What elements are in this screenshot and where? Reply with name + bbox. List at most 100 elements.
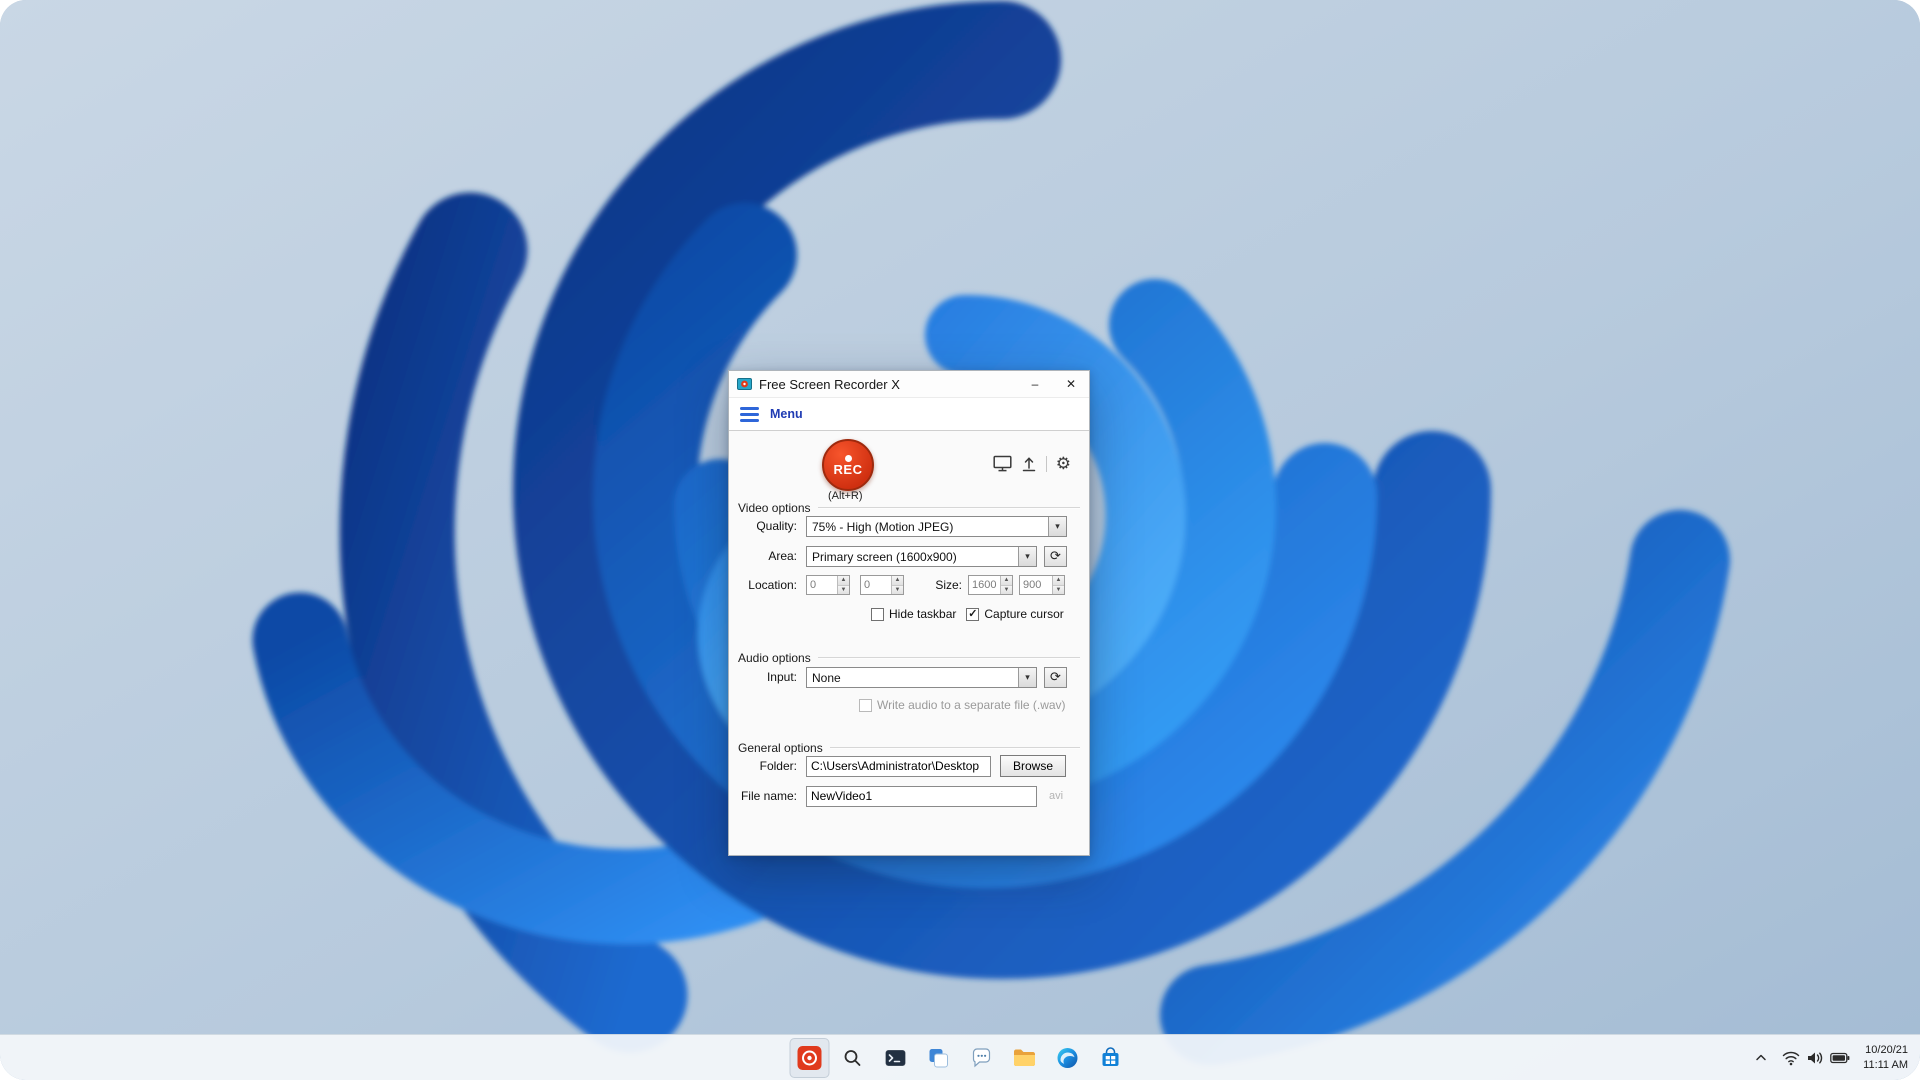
check-icon: ✓	[968, 609, 977, 620]
taskbar-center-icons	[790, 1038, 1131, 1078]
filename-label: File name:	[735, 789, 797, 803]
general-options-header: General options	[738, 741, 1080, 755]
record-dot-icon	[845, 455, 852, 462]
caption-buttons: – ✕	[1017, 371, 1089, 397]
spin-up-icon[interactable]: ▲	[838, 576, 849, 586]
upload-icon[interactable]	[1021, 455, 1037, 472]
video-options-label: Video options	[738, 501, 811, 515]
taskbar-chat-button[interactable]	[962, 1038, 1002, 1078]
quality-value: 75% - High (Motion JPEG)	[807, 517, 1048, 536]
size-width-input[interactable]	[969, 576, 1000, 594]
filename-row: File name: avi	[735, 785, 1079, 807]
quality-label: Quality:	[735, 519, 797, 533]
spinner-arrows: ▲ ▼	[891, 576, 903, 594]
menu-bar: Menu	[729, 397, 1089, 431]
audio-input-row: Input: None ▾ ⟳	[735, 666, 1079, 688]
toolbar-icons: ⚙	[993, 455, 1071, 472]
group-divider	[818, 507, 1080, 509]
size-height-stepper[interactable]: ▲ ▼	[1019, 575, 1065, 595]
tray-date: 10/20/21	[1863, 1043, 1908, 1058]
taskbar-edge-button[interactable]	[1048, 1038, 1088, 1078]
audio-options-header: Audio options	[738, 651, 1080, 665]
group-divider	[830, 747, 1080, 749]
app-icon	[737, 377, 752, 392]
free-screen-recorder-window: Free Screen Recorder X – ✕ Menu REC (Alt…	[728, 370, 1090, 856]
refresh-area-button[interactable]: ⟳	[1044, 546, 1067, 567]
wav-checkbox-row: Write audio to a separate file (.wav)	[735, 697, 1079, 713]
taskbar: 10/20/21 11:11 AM	[0, 1034, 1920, 1080]
spin-down-icon[interactable]: ▼	[892, 586, 903, 595]
folder-input[interactable]	[806, 756, 991, 777]
tray-status-button[interactable]	[1777, 1040, 1855, 1076]
taskbar-file-explorer-button[interactable]	[1005, 1038, 1045, 1078]
audio-input-value: None	[807, 668, 1018, 687]
clock[interactable]: 10/20/21 11:11 AM	[1859, 1040, 1912, 1076]
filename-input[interactable]	[806, 786, 1037, 807]
taskbar-search-button[interactable]	[833, 1038, 873, 1078]
search-icon	[842, 1047, 864, 1069]
chevron-up-icon	[1754, 1051, 1768, 1065]
video-options-header: Video options	[738, 501, 1080, 515]
system-tray: 10/20/21 11:11 AM	[1749, 1035, 1912, 1080]
spin-down-icon[interactable]: ▼	[1001, 586, 1012, 595]
separate-wav-label: Write audio to a separate file (.wav)	[877, 698, 1066, 712]
separate-wav-checkbox[interactable]	[859, 699, 872, 712]
location-x-input[interactable]	[807, 576, 837, 594]
size-width-stepper[interactable]: ▲ ▼	[968, 575, 1013, 595]
folder-row: Folder: Browse	[735, 755, 1079, 777]
taskbar-terminal-button[interactable]	[876, 1038, 916, 1078]
title-bar[interactable]: Free Screen Recorder X – ✕	[729, 371, 1089, 397]
spinner-arrows: ▲ ▼	[1052, 576, 1064, 594]
quality-dropdown[interactable]: 75% - High (Motion JPEG) ▾	[806, 516, 1067, 537]
record-button[interactable]: REC	[822, 439, 874, 491]
spinner-arrows: ▲ ▼	[837, 576, 849, 594]
group-divider	[818, 657, 1080, 659]
battery-icon	[1830, 1052, 1850, 1064]
record-section: REC (Alt+R)	[729, 431, 1089, 501]
chevron-down-icon[interactable]: ▾	[1048, 517, 1066, 536]
hamburger-menu-icon[interactable]	[740, 407, 759, 422]
tray-time: 11:11 AM	[1863, 1058, 1908, 1073]
browse-button[interactable]: Browse	[1000, 755, 1066, 777]
area-row: Area: Primary screen (1600x900) ▾ ⟳	[735, 545, 1079, 567]
window-body: REC (Alt+R)	[729, 431, 1089, 855]
taskbar-task-view-button[interactable]	[919, 1038, 959, 1078]
desktop: Free Screen Recorder X – ✕ Menu REC (Alt…	[0, 0, 1920, 1080]
area-dropdown[interactable]: Primary screen (1600x900) ▾	[806, 546, 1037, 567]
store-icon	[1099, 1046, 1123, 1070]
spin-down-icon[interactable]: ▼	[838, 586, 849, 595]
spin-up-icon[interactable]: ▲	[1053, 576, 1064, 586]
window-title: Free Screen Recorder X	[759, 377, 900, 392]
minimize-button[interactable]: –	[1017, 371, 1053, 397]
location-y-stepper[interactable]: ▲ ▼	[860, 575, 904, 595]
menu-button[interactable]: Menu	[770, 407, 803, 421]
location-size-row: Location: ▲ ▼ ▲ ▼ Size:	[735, 574, 1079, 596]
tray-overflow-button[interactable]	[1749, 1040, 1773, 1076]
chevron-down-icon[interactable]: ▾	[1018, 547, 1036, 566]
capture-cursor-checkbox[interactable]: ✓	[966, 608, 979, 621]
size-height-input[interactable]	[1020, 576, 1052, 594]
spinner-arrows: ▲ ▼	[1000, 576, 1012, 594]
hide-taskbar-checkbox[interactable]	[871, 608, 884, 621]
quality-row: Quality: 75% - High (Motion JPEG) ▾	[735, 515, 1079, 537]
task-view-icon	[927, 1046, 951, 1070]
spin-down-icon[interactable]: ▼	[1053, 586, 1064, 595]
area-label: Area:	[735, 549, 797, 563]
refresh-audio-button[interactable]: ⟳	[1044, 667, 1067, 688]
location-x-stepper[interactable]: ▲ ▼	[806, 575, 850, 595]
input-label: Input:	[735, 670, 797, 684]
recorder-app-icon	[797, 1045, 823, 1071]
monitor-icon[interactable]	[993, 455, 1012, 472]
location-y-input[interactable]	[861, 576, 891, 594]
record-label: REC	[834, 463, 863, 476]
terminal-icon	[884, 1046, 908, 1070]
taskbar-recorder-app-button[interactable]	[790, 1038, 830, 1078]
spin-up-icon[interactable]: ▲	[1001, 576, 1012, 586]
gear-icon[interactable]: ⚙	[1056, 455, 1071, 472]
chevron-down-icon[interactable]: ▾	[1018, 668, 1036, 687]
audio-input-dropdown[interactable]: None ▾	[806, 667, 1037, 688]
spin-up-icon[interactable]: ▲	[892, 576, 903, 586]
extension-hint: avi	[1049, 790, 1063, 802]
taskbar-store-button[interactable]	[1091, 1038, 1131, 1078]
close-button[interactable]: ✕	[1053, 371, 1089, 397]
